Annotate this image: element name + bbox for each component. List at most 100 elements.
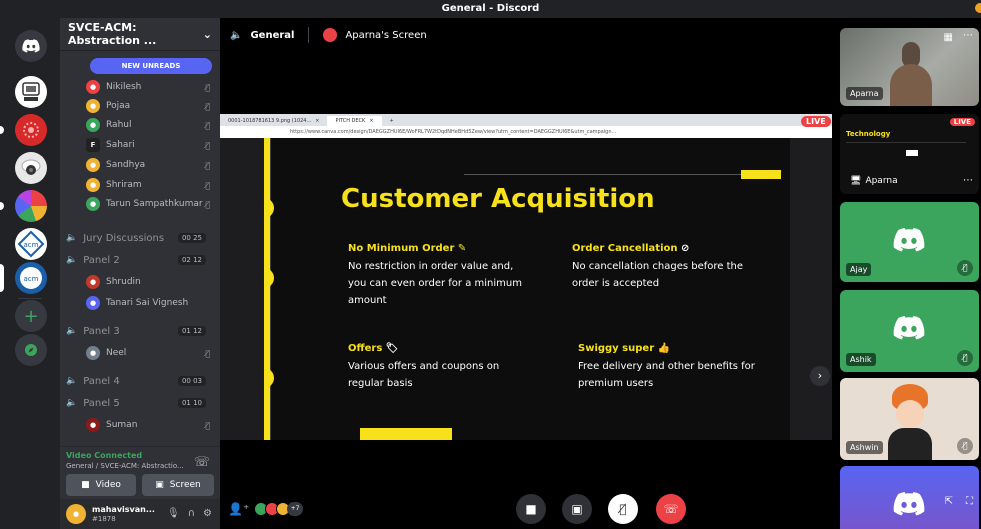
voice-member[interactable]: ● Suman 🎙̸: [86, 416, 216, 434]
fullscreen-icon[interactable]: ⛶: [966, 496, 973, 507]
avatar: ●: [86, 80, 100, 94]
participant-tile-aparna-screen[interactable]: Technology LIVE 🖥 Aparna ⋯: [840, 114, 979, 194]
mute-mic-icon[interactable]: 🎙: [167, 508, 180, 519]
participant-tile-ashwin[interactable]: Ashwin 🎙̸: [840, 378, 979, 460]
voice-channel-panel-4[interactable]: 🔈 Panel 4 00 03: [66, 372, 216, 390]
discord-window: General - Discord acm acm + SVCE-ACM: Ab…: [0, 0, 981, 529]
video-camera-icon: ■: [525, 502, 537, 516]
browser-address-bar[interactable]: https://www.canva.com/design/DAEGGZHUI6E…: [220, 126, 832, 138]
server-selected-pill: [0, 264, 4, 292]
update-indicator[interactable]: [975, 3, 981, 13]
voice-member[interactable]: ● Shrudin: [86, 273, 216, 291]
speaker-icon: 🔈: [66, 326, 78, 336]
server-list: acm acm +: [0, 18, 60, 529]
stream-title: Aparna's Screen: [345, 29, 427, 41]
mic-muted-icon: 🎙̸: [205, 348, 210, 358]
browser-tab-strip: 0001-1018781613 9.png (1024... × PITCH DE…: [220, 114, 832, 126]
cancel-circle-icon: ⊘: [681, 243, 690, 254]
chevron-down-icon: ⌄: [202, 27, 212, 41]
participant-avatars[interactable]: +7: [254, 502, 303, 516]
participant-tiles: ▦ ⋯ Aparna Technology LIVE 🖥 Aparna ⋯ Aja…: [838, 18, 981, 529]
screen-share-icon: ▣: [571, 502, 583, 516]
camera-toggle-button[interactable]: ■: [516, 494, 546, 524]
disconnect-icon[interactable]: ☏: [194, 455, 210, 470]
voice-member[interactable]: ● Neel 🎙̸: [86, 344, 216, 362]
voice-member[interactable]: ● Rahul 🎙̸: [86, 116, 216, 134]
user-panel: ● mahavisvan... #1878 🎙 ∩ ⚙: [60, 499, 220, 529]
video-camera-icon: ■: [81, 480, 90, 490]
section-body: Free delivery and other benefits for pre…: [578, 361, 755, 389]
thumbs-up-icon: 👍: [657, 343, 671, 354]
live-badge: LIVE: [801, 116, 831, 127]
browser-tab[interactable]: 0001-1018781613 9.png (1024... ×: [220, 116, 328, 126]
video-button[interactable]: ■ Video: [66, 474, 136, 496]
voice-member[interactable]: ● Tanari Sai Vignesh: [86, 294, 216, 312]
participant-tile-self[interactable]: ⇱ ⛶: [840, 466, 979, 529]
avatar: F: [86, 138, 100, 152]
voice-channel-jury[interactable]: 🔈 Jury Discussions 00 25: [66, 229, 216, 247]
preview-line: [846, 142, 966, 143]
anime-avatar-face: [896, 400, 924, 428]
call-header: 🔈 General Aparna's Screen: [220, 18, 838, 52]
participant-tile-ashik[interactable]: Ashik 🎙̸: [840, 290, 979, 372]
explore-servers-icon[interactable]: [15, 334, 47, 366]
add-server-icon[interactable]: +: [15, 300, 47, 332]
mic-toggle-button[interactable]: 🎙̸: [608, 494, 638, 524]
slide-title: Customer Acquisition: [341, 184, 655, 214]
section-body: No restriction in order value and, you c…: [348, 261, 522, 306]
server-colorwheel-icon[interactable]: [15, 190, 47, 222]
server-divider: [18, 298, 42, 299]
voice-member[interactable]: F Sahari 🎙̸: [86, 136, 216, 154]
preview-title: Technology: [846, 130, 891, 138]
voice-member[interactable]: ● Nikilesh 🎙̸: [86, 78, 216, 96]
chevron-right-icon[interactable]: ›: [810, 366, 830, 386]
voice-member[interactable]: ● Tarun Sampathkumar 🎙̸: [86, 195, 216, 213]
settings-gear-icon[interactable]: ⚙: [203, 508, 212, 519]
popout-icon[interactable]: ⇱: [945, 496, 953, 507]
server-red-icon[interactable]: [15, 114, 47, 146]
voice-channel-panel-5[interactable]: 🔈 Panel 5 01 10: [66, 394, 216, 412]
server-header[interactable]: SVCE-ACM: Abstraction ... ⌄: [60, 18, 220, 51]
screen-share-stream[interactable]: 0001-1018781613 9.png (1024... × PITCH DE…: [220, 114, 832, 440]
screen-share-button[interactable]: ▣ Screen: [142, 474, 214, 496]
avatar: ●: [86, 118, 100, 132]
voice-member[interactable]: ● Sandhya 🎙̸: [86, 156, 216, 174]
anime-avatar-body: [888, 428, 932, 460]
speaker-icon: 🔈: [66, 376, 78, 386]
svg-text:acm: acm: [24, 241, 39, 249]
server-acm-icon[interactable]: acm: [15, 228, 47, 260]
header-divider: [308, 27, 310, 43]
add-participant-icon[interactable]: 👤⁺: [228, 502, 249, 516]
channel-sidebar: SVCE-ACM: Abstraction ... ⌄ NEW UNREADS …: [60, 18, 220, 529]
discord-avatar-icon: [893, 316, 925, 340]
server-svce-acm-icon[interactable]: acm: [15, 262, 47, 294]
section-body: No cancellation chages before the order …: [572, 261, 744, 289]
grid-icon[interactable]: ▦: [944, 32, 953, 43]
hang-up-icon: ☏: [663, 502, 679, 516]
voice-member[interactable]: ● Pojaa 🎙̸: [86, 97, 216, 115]
new-unreads-banner[interactable]: NEW UNREADS: [90, 58, 212, 74]
section-heading: No Minimum Order ✎: [348, 243, 467, 254]
mic-muted-icon: 🎙̸: [205, 120, 210, 130]
voice-channel-panel-3[interactable]: 🔈 Panel 3 01 12: [66, 322, 216, 340]
speaker-icon: 🔈: [230, 29, 243, 41]
browser-tab-active[interactable]: PITCH DECK ×: [327, 116, 382, 126]
participant-tile-aparna-camera[interactable]: ▦ ⋯ Aparna: [840, 28, 979, 106]
disconnect-button[interactable]: ☏: [656, 494, 686, 524]
voice-status-subtitle[interactable]: General / SVCE-ACM: Abstractio...: [66, 462, 214, 470]
user-avatar[interactable]: ●: [66, 504, 86, 524]
voice-channel-panel-2[interactable]: 🔈 Panel 2 02 12: [66, 251, 216, 269]
call-controls: 👤⁺ +7 ■ ▣ 🎙̸ ☏: [220, 488, 838, 529]
discord-home-icon[interactable]: [15, 30, 47, 62]
new-tab-icon[interactable]: +: [382, 116, 402, 126]
server-ass-icon[interactable]: [15, 76, 47, 108]
participant-tile-ajay[interactable]: Ajay 🎙̸: [840, 202, 979, 282]
headphones-icon[interactable]: ∩: [188, 508, 195, 519]
screen-share-toggle-button[interactable]: ▣: [562, 494, 592, 524]
section-heading: Order Cancellation ⊘: [572, 243, 690, 254]
voice-member[interactable]: ● Shriram 🎙̸: [86, 176, 216, 194]
user-tag: #1878: [92, 514, 116, 523]
more-options-icon[interactable]: ⋯: [963, 30, 973, 41]
more-options-icon[interactable]: ⋯: [963, 175, 973, 186]
server-camera-icon[interactable]: [15, 152, 47, 184]
